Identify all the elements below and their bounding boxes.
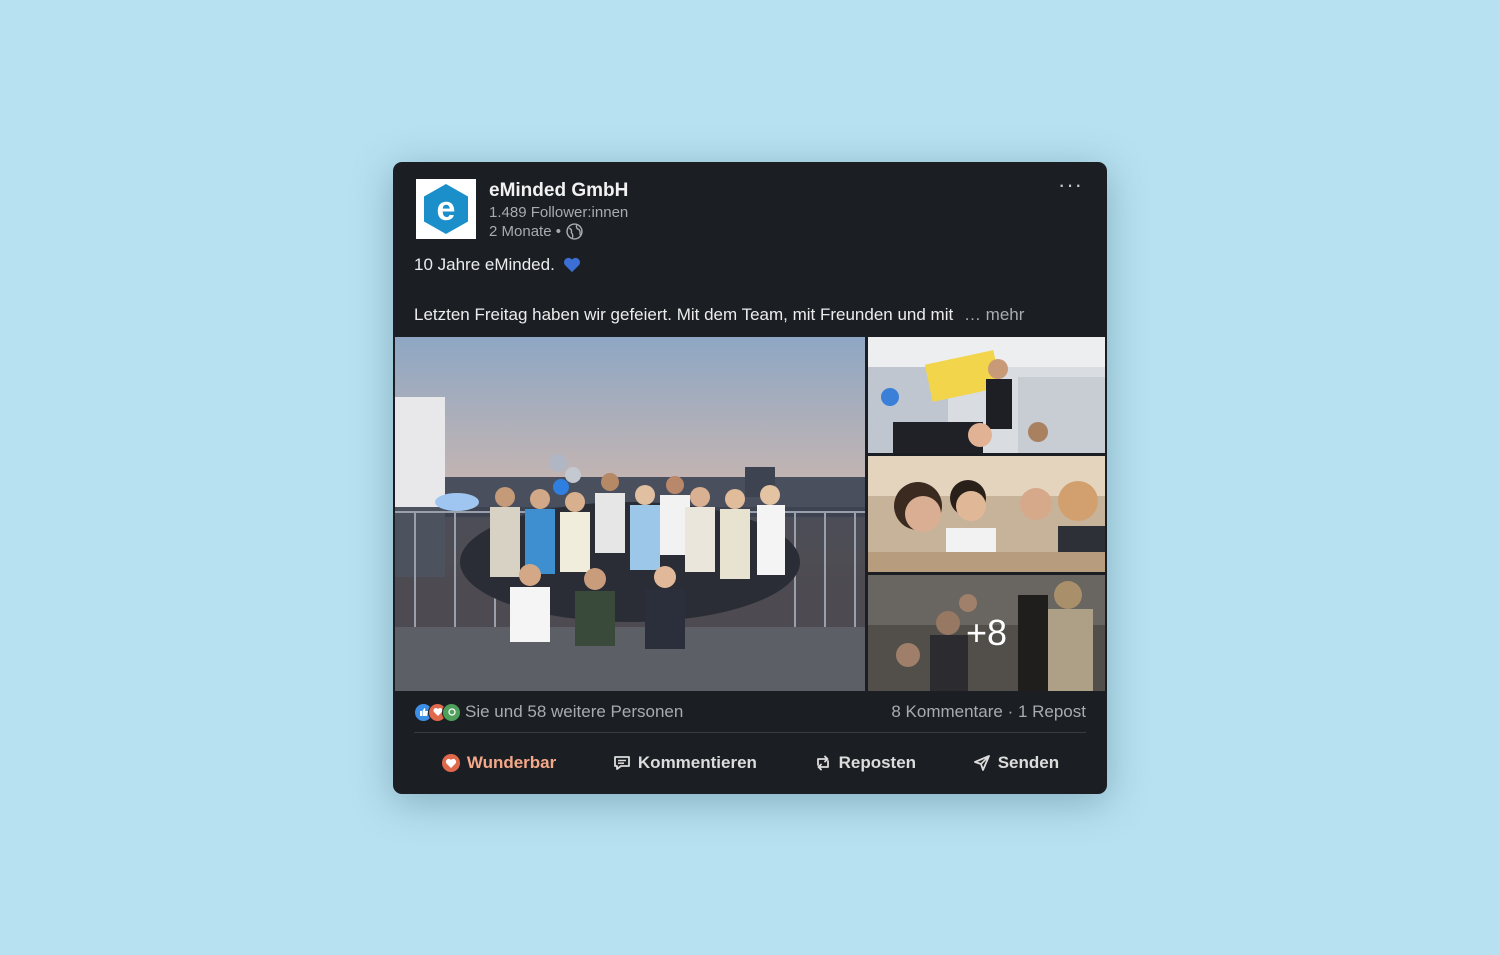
send-label: Senden [997,753,1060,772]
team-rooftop-photo [395,337,865,691]
photo-thumbnail-3[interactable]: +8 [868,575,1105,691]
see-more-link[interactable]: … mehr [964,305,1024,324]
repost-button[interactable]: Reposten [803,747,926,779]
comments-reposts-count[interactable]: 8 Kommentare · 1 Repost [891,702,1086,722]
send-button[interactable]: Senden [962,747,1069,779]
svg-text:e: e [437,190,456,228]
reactions-text: Sie und 58 weitere Personen [465,702,684,721]
comment-label: Kommentieren [637,753,757,772]
company-name[interactable]: eMinded GmbH [489,180,628,202]
more-options-icon[interactable]: ··· [1058,174,1083,196]
photo-grid: +8 [395,337,1105,691]
time-ago: 2 Monate • [489,223,561,240]
post-text-line2: Letzten Freitag haben wir gefeiert. Mit … [414,305,1024,325]
main-photo[interactable] [395,337,865,691]
action-bar: Wunderbar Kommentieren Reposten Senden [393,742,1107,784]
repost-icon [816,755,829,771]
post-body: Letzten Freitag haben wir gefeiert. Mit … [414,305,954,324]
photo-thumbnail-2[interactable] [868,456,1105,572]
reaction-icons [414,702,461,722]
celebrate-reaction-icon [442,702,461,722]
heart-icon [441,754,460,772]
post-timestamp: 2 Monate • [489,223,583,240]
send-icon [973,755,990,771]
repost-label: Reposten [838,753,917,772]
more-photos-count[interactable]: +8 [868,575,1105,691]
company-logo[interactable]: e [416,179,476,239]
post-text-line1: 10 Jahre eMinded. [414,255,581,275]
reactions-summary[interactable]: Sie und 58 weitere Personen [414,702,683,722]
eminded-logo-icon: e [424,184,468,234]
globe-icon [566,223,583,240]
blue-heart-icon [563,257,580,273]
guests-photo [868,456,1105,572]
post-card: e eMinded GmbH 1.489 Follower:innen 2 Mo… [393,162,1107,794]
comment-icon [614,756,630,770]
reaction-button[interactable]: Wunderbar [431,747,566,779]
comment-button[interactable]: Kommentieren [602,747,767,779]
photo-thumbnail-1[interactable] [868,337,1105,453]
follower-count: 1.489 Follower:innen [489,204,629,221]
reaction-label: Wunderbar [466,753,557,772]
divider [414,732,1086,733]
post-headline: 10 Jahre eMinded. [414,255,555,274]
presentation-photo [868,337,1105,453]
engagement-stats: Sie und 58 weitere Personen 8 Kommentare… [414,699,1086,725]
